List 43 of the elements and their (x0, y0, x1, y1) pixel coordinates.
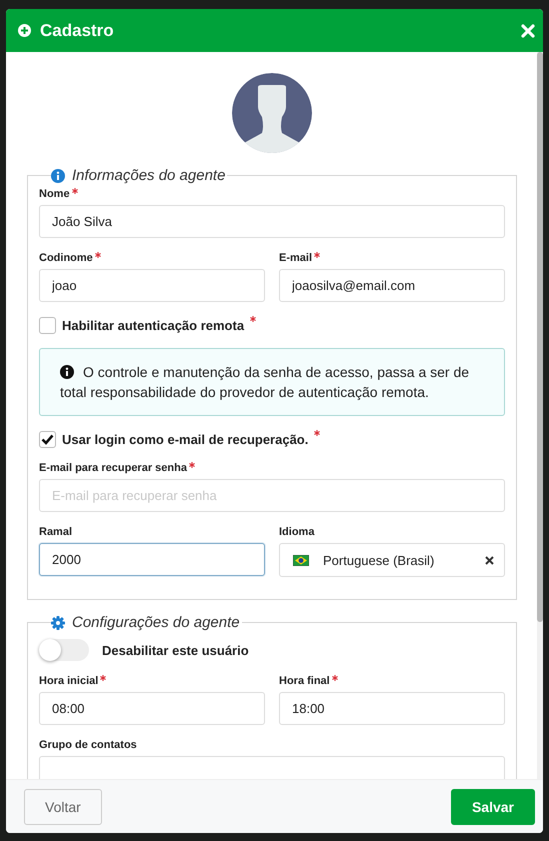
required-icon (332, 675, 338, 681)
checkbox[interactable] (39, 431, 56, 448)
required-icon (314, 252, 320, 258)
avatar-icon (232, 73, 312, 153)
notice-text: O controle e manutenção da senha de acesso, passa a ser de total responsabilidade do provedor de autenticação remota. (60, 363, 470, 402)
info-icon (51, 168, 65, 182)
text-field[interactable]: joaosilva@email.com (279, 269, 505, 302)
clear-icon[interactable] (485, 556, 494, 564)
text-field[interactable]: joao (39, 269, 265, 302)
field-label: Codinome (39, 252, 93, 264)
text-field[interactable]: João Silva (39, 205, 505, 238)
close-icon[interactable] (521, 24, 535, 38)
field-label: Hora inicial (39, 675, 98, 687)
field-label: E-mail (279, 252, 312, 264)
checkbox-label: Habilitar autenticação remota (62, 318, 244, 333)
text-field[interactable]: 08:00 (39, 692, 265, 725)
plus-icon (18, 24, 31, 37)
required-icon (250, 316, 256, 322)
required-icon (188, 462, 195, 468)
required-icon (314, 430, 320, 436)
field-label: Idioma (279, 526, 314, 538)
field-label: Ramal (39, 526, 72, 538)
flag-icon (293, 554, 309, 566)
section-title: Informações do agente (72, 167, 226, 184)
checkbox[interactable] (39, 317, 56, 334)
text-field[interactable]: 2000 (39, 543, 265, 576)
section-title: Configurações do agente (72, 614, 240, 631)
dialog-title: Cadastro (40, 20, 115, 40)
back-button[interactable]: Voltar (24, 788, 102, 824)
info-icon (60, 365, 74, 379)
field-label: Grupo de contatos (39, 739, 137, 751)
toggle-switch[interactable] (39, 639, 89, 661)
required-icon (94, 252, 101, 258)
checkbox-label: Usar login como e-mail de recuperação. (62, 432, 308, 447)
field-label: Hora final (279, 675, 330, 687)
text-field[interactable]: 18:00 (279, 692, 505, 725)
required-icon (72, 188, 78, 194)
gear-icon (51, 616, 65, 630)
field-label: Nome (39, 188, 70, 200)
field-label: E-mail para recuperar senha (39, 462, 187, 474)
language-select[interactable]: Portuguese (Brasil) (279, 543, 505, 577)
required-icon (100, 675, 106, 681)
toggle-label: Desabilitar este usuário (102, 642, 249, 658)
